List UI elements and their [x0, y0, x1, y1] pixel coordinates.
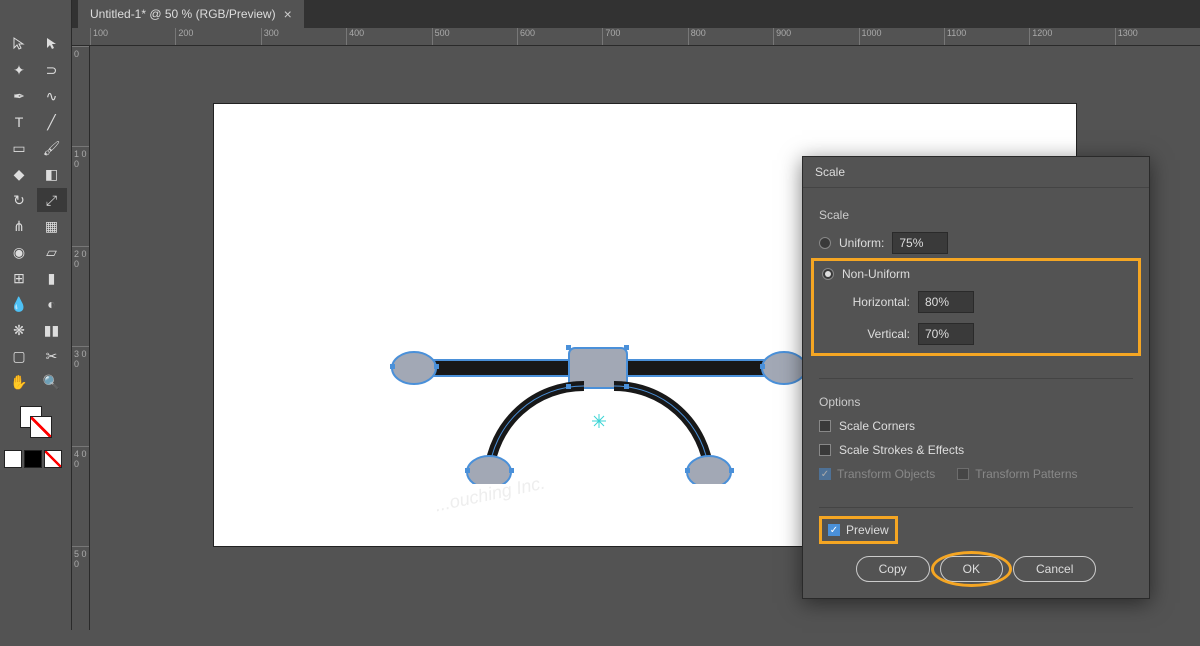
scale-tool-icon[interactable]: ⤢	[37, 188, 67, 212]
direct-selection-tool-icon[interactable]	[37, 32, 67, 56]
fill-stroke-swatch[interactable]	[20, 406, 52, 438]
scale-strokes-checkbox[interactable]	[819, 444, 831, 456]
transform-patterns-label: Transform Patterns	[975, 467, 1077, 481]
scale-corners-checkbox[interactable]	[819, 420, 831, 432]
blend-tool-icon[interactable]: ◐	[37, 292, 67, 316]
color-swatch[interactable]	[4, 450, 22, 468]
transform-patterns-checkbox	[957, 468, 969, 480]
perspective-tool-icon[interactable]: ▱	[37, 240, 67, 264]
scale-strokes-label: Scale Strokes & Effects	[839, 443, 964, 457]
type-tool-icon[interactable]: T	[4, 110, 34, 134]
lasso-tool-icon[interactable]: ⊃	[37, 58, 67, 82]
horizontal-ruler: 1002003004005006007008009001000110012001…	[72, 28, 1200, 46]
cancel-button[interactable]: Cancel	[1013, 556, 1096, 582]
scale-dialog: Scale Scale Uniform: Non-Uniform	[802, 156, 1150, 599]
eraser-tool-icon[interactable]: ◧	[37, 162, 67, 186]
preview-checkbox[interactable]	[828, 524, 840, 536]
copy-button[interactable]: Copy	[856, 556, 930, 582]
uniform-label: Uniform:	[839, 236, 884, 250]
canvas[interactable]: ...ouching Inc. Scale Scale Uniform:	[90, 46, 1200, 630]
selection-tool-icon[interactable]	[4, 32, 34, 56]
close-icon[interactable]: ×	[284, 6, 292, 22]
shaper-tool-icon[interactable]: ◆	[4, 162, 34, 186]
none-swatch[interactable]	[44, 450, 62, 468]
vertical-ruler: 01 0 02 0 03 0 04 0 05 0 0	[72, 46, 90, 630]
tab-title: Untitled-1* @ 50 % (RGB/Preview)	[90, 7, 276, 21]
vertical-input[interactable]	[918, 323, 974, 345]
rotate-tool-icon[interactable]: ↻	[4, 188, 34, 212]
rectangle-tool-icon[interactable]: ▭	[4, 136, 34, 160]
preview-label: Preview	[846, 523, 889, 537]
mesh-tool-icon[interactable]: ⊞	[4, 266, 34, 290]
width-tool-icon[interactable]: ⋔	[4, 214, 34, 238]
uniform-radio[interactable]	[819, 237, 831, 249]
nonuniform-highlight: Non-Uniform Horizontal: Vertical:	[811, 258, 1141, 356]
slice-tool-icon[interactable]: ✂	[37, 344, 67, 368]
free-transform-tool-icon[interactable]: ▦	[37, 214, 67, 238]
nonuniform-radio[interactable]	[822, 268, 834, 280]
column-graph-tool-icon[interactable]: ▮▮	[37, 318, 67, 342]
transform-objects-checkbox	[819, 468, 831, 480]
transform-objects-label: Transform Objects	[837, 467, 935, 481]
eyedropper-tool-icon[interactable]: 💧	[4, 292, 34, 316]
horizontal-input[interactable]	[918, 291, 974, 313]
gradient-swatch[interactable]	[24, 450, 42, 468]
tab-bar: Untitled-1* @ 50 % (RGB/Preview) ×	[0, 0, 1200, 28]
nonuniform-label: Non-Uniform	[842, 267, 910, 281]
line-tool-icon[interactable]: ╱	[37, 110, 67, 134]
uniform-input[interactable]	[892, 232, 948, 254]
symbol-sprayer-tool-icon[interactable]: ❋	[4, 318, 34, 342]
color-mode-row	[0, 446, 71, 472]
toolbox: ✦ ⊃ ✒ ∿ T ╱ ▭ 🖌 ◆ ◧ ↻ ⤢ ⋔ ▦ ◉ ▱ ⊞ ▮ 💧 ◐ …	[0, 0, 72, 630]
workspace: 1002003004005006007008009001000110012001…	[72, 28, 1200, 630]
gradient-tool-icon[interactable]: ▮	[37, 266, 67, 290]
vector-artwork[interactable]	[374, 304, 824, 484]
preview-highlight: Preview	[819, 516, 898, 544]
horizontal-label: Horizontal:	[840, 295, 910, 309]
curvature-tool-icon[interactable]: ∿	[37, 84, 67, 108]
shape-builder-tool-icon[interactable]: ◉	[4, 240, 34, 264]
vertical-label: Vertical:	[840, 327, 910, 341]
document-tab[interactable]: Untitled-1* @ 50 % (RGB/Preview) ×	[78, 0, 304, 28]
options-section-label: Options	[819, 395, 1133, 409]
artboard-tool-icon[interactable]: ▢	[4, 344, 34, 368]
pen-tool-icon[interactable]: ✒	[4, 84, 34, 108]
hand-tool-icon[interactable]: ✋	[4, 370, 34, 394]
scale-corners-label: Scale Corners	[839, 419, 915, 433]
paintbrush-tool-icon[interactable]: 🖌	[37, 136, 67, 160]
dialog-title: Scale	[803, 157, 1149, 188]
magic-wand-tool-icon[interactable]: ✦	[4, 58, 34, 82]
scale-section-label: Scale	[819, 208, 1133, 222]
zoom-tool-icon[interactable]: 🔍	[37, 370, 67, 394]
ok-button[interactable]: OK	[940, 556, 1003, 582]
